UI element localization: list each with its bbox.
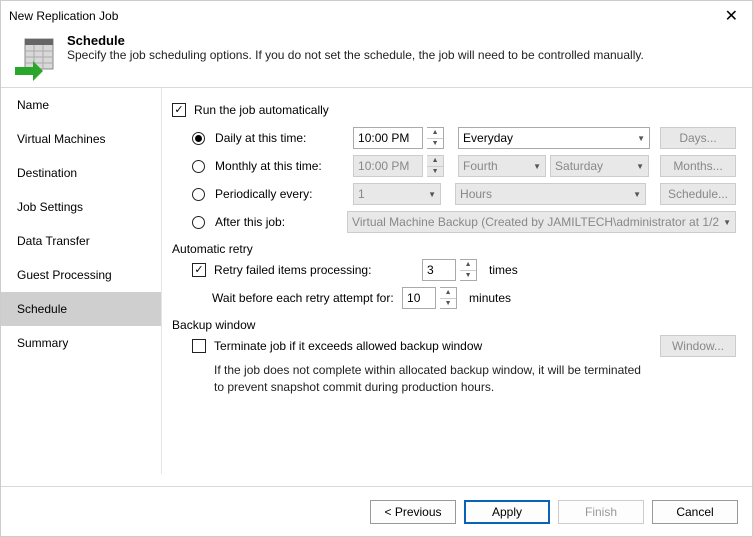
chevron-down-icon: ▼	[629, 190, 641, 199]
months-button: Months...	[660, 155, 736, 177]
finish-button: Finish	[558, 500, 644, 524]
periodic-unit-select: Hours▼	[455, 183, 646, 205]
close-icon[interactable]: ✕	[719, 6, 744, 26]
retry-checkbox[interactable]	[192, 263, 206, 277]
daily-time-spinner[interactable]: ▲▼	[427, 127, 444, 149]
daily-time-input[interactable]	[353, 127, 423, 149]
schedule-icon	[15, 37, 55, 81]
run-automatically-label: Run the job automatically	[194, 103, 329, 117]
chevron-down-icon: ▼	[719, 218, 731, 227]
periodic-radio[interactable]	[192, 188, 205, 201]
times-label: times	[489, 263, 518, 277]
sidebar-item-summary[interactable]: Summary	[1, 326, 161, 360]
schedule-button: Schedule...	[660, 183, 736, 205]
apply-button[interactable]: Apply	[464, 500, 550, 524]
retry-count-spinner[interactable]: ▲▼	[460, 259, 477, 281]
sidebar-item-destination[interactable]: Destination	[1, 156, 161, 190]
sidebar-item-job-settings[interactable]: Job Settings	[1, 190, 161, 224]
wait-label: Wait before each retry attempt for:	[212, 291, 398, 305]
daily-radio[interactable]	[192, 132, 205, 145]
days-button: Days...	[660, 127, 736, 149]
sidebar-item-name[interactable]: Name	[1, 88, 161, 122]
chevron-down-icon: ▼	[424, 190, 436, 199]
previous-button[interactable]: < Previous	[370, 500, 456, 524]
after-job-radio[interactable]	[192, 216, 205, 229]
monthly-day-select: Saturday▼	[550, 155, 649, 177]
chevron-down-icon: ▼	[529, 162, 541, 171]
chevron-down-icon: ▼	[632, 162, 644, 171]
window-button: Window...	[660, 335, 736, 357]
monthly-radio[interactable]	[192, 160, 205, 173]
content-pane: Run the job automatically Daily at this …	[162, 88, 752, 474]
monthly-ordinal-select: Fourth▼	[458, 155, 546, 177]
monthly-time-input	[353, 155, 423, 177]
sidebar-item-guest-processing[interactable]: Guest Processing	[1, 258, 161, 292]
after-job-select: Virtual Machine Backup (Created by JAMIL…	[347, 211, 736, 233]
wait-minutes-spinner[interactable]: ▲▼	[440, 287, 457, 309]
wizard-footer: < Previous Apply Finish Cancel	[1, 486, 752, 536]
header-heading: Schedule	[67, 33, 644, 48]
after-job-label: After this job:	[215, 215, 335, 229]
monthly-time-spinner: ▲▼	[427, 155, 444, 177]
terminate-label: Terminate job if it exceeds allowed back…	[214, 339, 482, 353]
periodic-count-select: 1▼	[353, 183, 441, 205]
retry-label: Retry failed items processing:	[214, 263, 418, 277]
title-bar: New Replication Job ✕	[1, 1, 752, 31]
backup-window-hint: If the job does not complete within allo…	[172, 362, 642, 396]
minutes-label: minutes	[469, 291, 511, 305]
sidebar-item-schedule[interactable]: Schedule	[1, 292, 161, 326]
wait-minutes-input[interactable]	[402, 287, 436, 309]
periodic-label: Periodically every:	[215, 187, 349, 201]
daily-frequency-select[interactable]: Everyday▼	[458, 127, 650, 149]
sidebar-item-virtual-machines[interactable]: Virtual Machines	[1, 122, 161, 156]
retry-count-input[interactable]	[422, 259, 456, 281]
cancel-button[interactable]: Cancel	[652, 500, 738, 524]
chevron-down-icon: ▼	[633, 134, 645, 143]
window-title: New Replication Job	[9, 9, 719, 23]
sidebar-item-data-transfer[interactable]: Data Transfer	[1, 224, 161, 258]
header-subheading: Specify the job scheduling options. If y…	[67, 48, 644, 62]
wizard-sidebar: Name Virtual Machines Destination Job Se…	[1, 88, 162, 474]
monthly-label: Monthly at this time:	[215, 159, 349, 173]
backup-window-group: Backup window	[172, 318, 736, 332]
terminate-checkbox[interactable]	[192, 339, 206, 353]
daily-label: Daily at this time:	[215, 131, 349, 145]
automatic-retry-group: Automatic retry	[172, 242, 736, 256]
wizard-header: Schedule Specify the job scheduling opti…	[1, 31, 752, 87]
run-automatically-checkbox[interactable]	[172, 103, 186, 117]
